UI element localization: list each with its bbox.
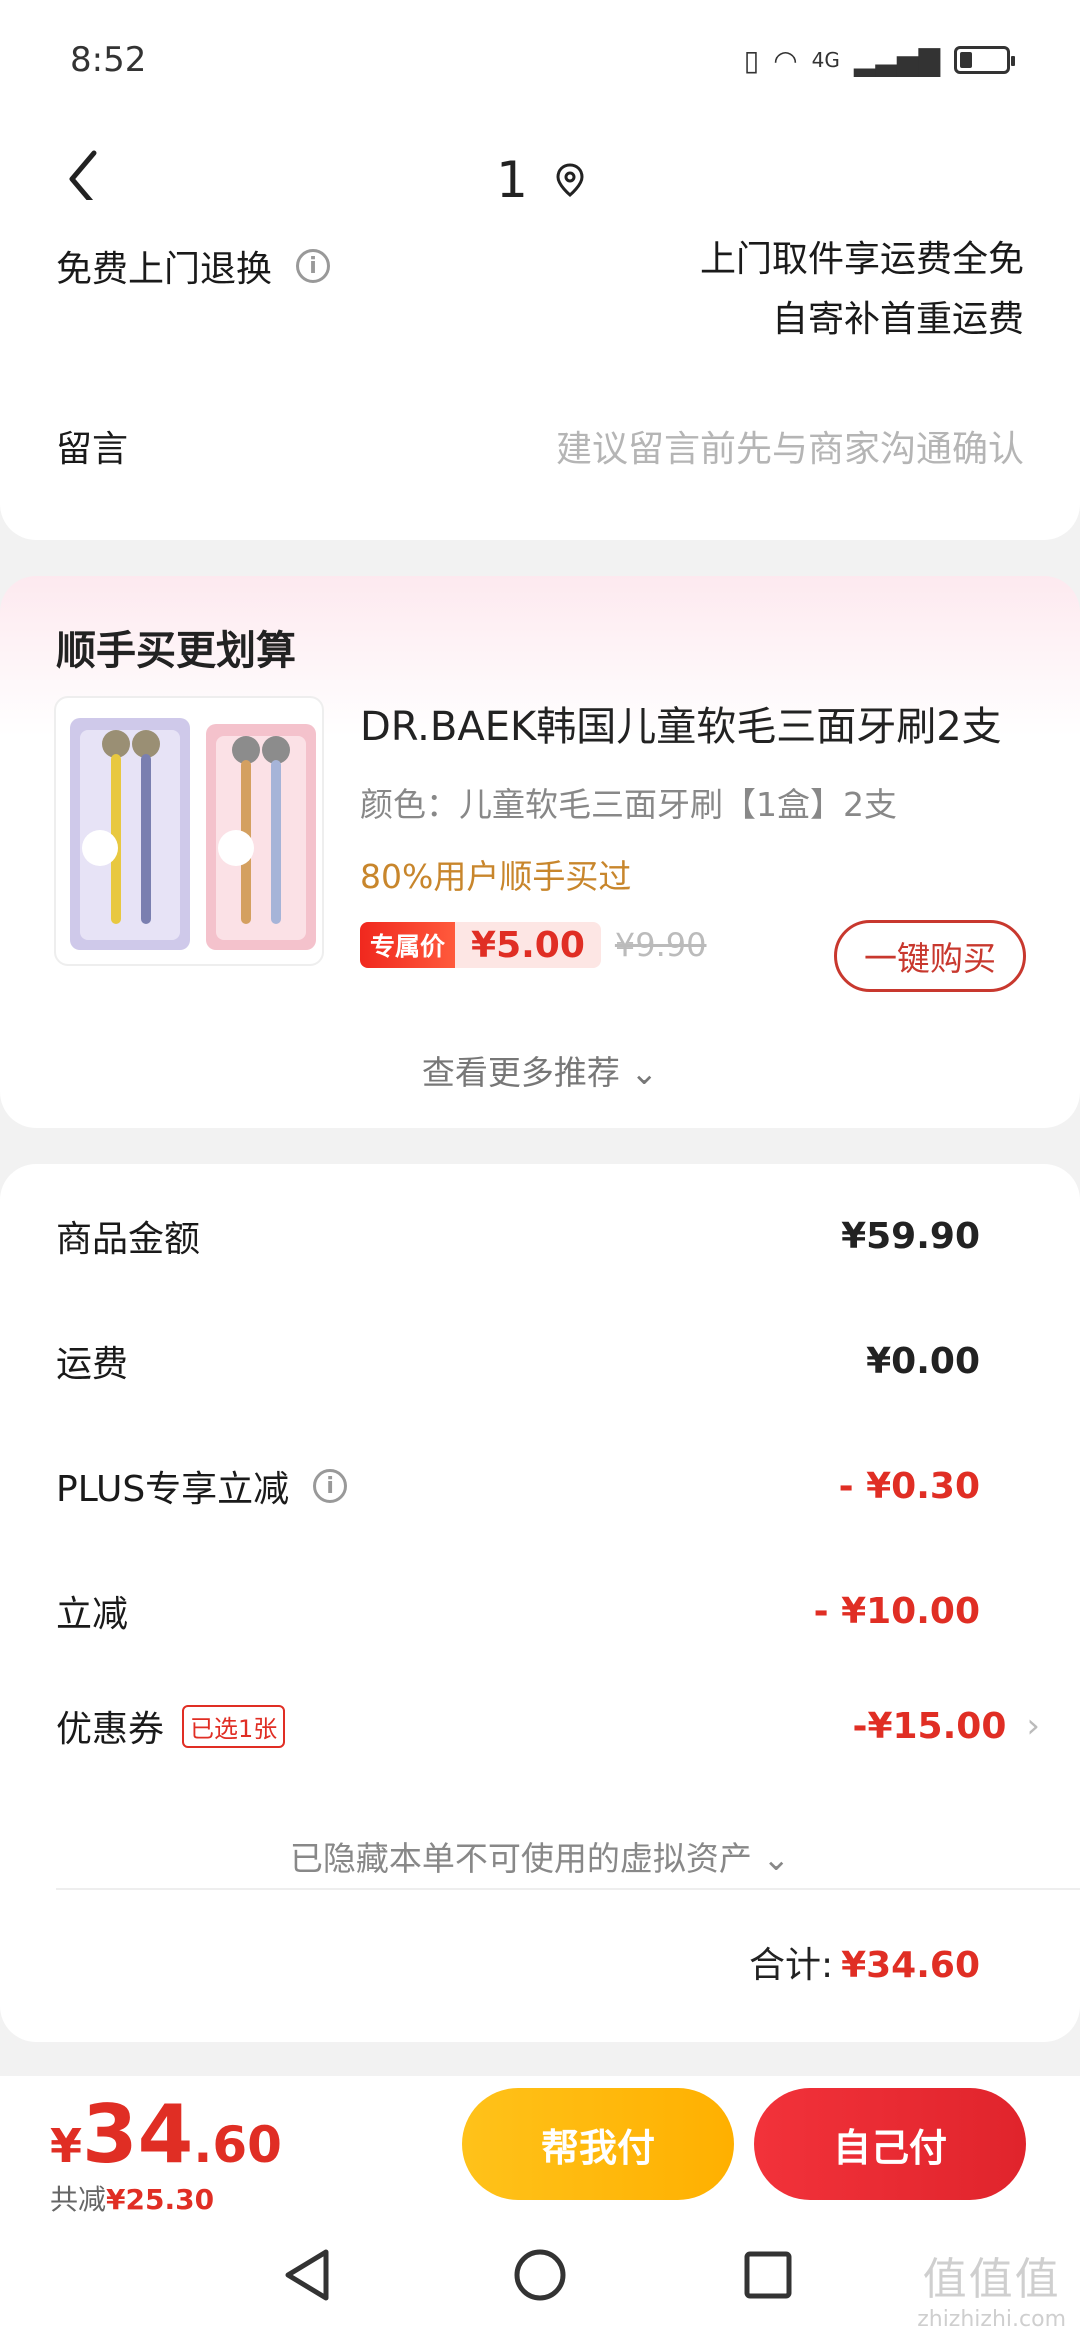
info-icon[interactable]: i <box>313 1469 348 1503</box>
message-row[interactable]: 留言 建议留言前先与商家沟通确认 <box>56 420 1024 472</box>
summary-value: - ¥0.30 <box>838 1465 980 1507</box>
summary-value: ¥0.00 <box>866 1340 980 1382</box>
summary-label: 优惠券 <box>56 1709 165 1750</box>
summary-value: ¥59.90 <box>841 1215 980 1257</box>
watermark-main: 值值值 <box>922 2254 1061 2305</box>
summary-value: - ¥10.00 <box>813 1590 980 1632</box>
summary-row-shipping: 运费 ¥0.00 <box>56 1335 980 1387</box>
watermark: 值值值 zhizhizhi.com <box>917 2243 1066 2332</box>
info-icon[interactable]: i <box>296 249 331 283</box>
chevron-right-icon: › <box>1026 1706 1040 1746</box>
recommend-title: 顺手买更划算 <box>56 628 296 674</box>
total-label: 合计: <box>748 1945 834 1986</box>
original-price: ¥9.90 <box>614 926 707 964</box>
summary-label: 运费 <box>56 1344 129 1385</box>
more-recommend-link[interactable]: 查看更多推荐 ⌄ <box>0 1046 1080 1094</box>
payment-bar: ¥ 34 .60 共减¥25.30 帮我付 自己付 <box>0 2076 1080 2216</box>
hidden-assets-toggle[interactable]: 已隐藏本单不可使用的虚拟资产 ⌄ <box>0 1832 1080 1880</box>
price-summary-card: 商品金额 ¥59.90 运费 ¥0.00 PLUS专享立减 i - ¥0.30 … <box>0 1164 1080 2042</box>
recommend-card: 顺手买更划算 DR.BAEK韩国儿童软毛三面牙刷2支 颜色：儿童软毛三面牙刷【1… <box>0 576 1080 1128</box>
one-click-buy-button[interactable]: 一键购买 <box>834 920 1026 992</box>
price-row: 专属价 ¥5.00 ¥9.90 <box>360 922 707 968</box>
hidden-assets-label: 已隐藏本单不可使用的虚拟资产 <box>289 1839 752 1878</box>
pay-decimal: .60 <box>193 2116 282 2174</box>
service-card: 免费上门退换 i 上门取件享运费全免 自寄补首重运费 留言 建议留言前先与商家沟… <box>0 200 1080 540</box>
free-return-label: 免费上门退换 <box>56 249 273 290</box>
product-name[interactable]: DR.BAEK韩国儿童软毛三面牙刷2支 <box>360 694 1002 752</box>
more-recommend-label: 查看更多推荐 <box>421 1053 620 1092</box>
location-pin-icon <box>556 163 584 197</box>
total-value: ¥34.60 <box>841 1945 980 1986</box>
summary-row-plus: PLUS专享立减 i - ¥0.30 <box>56 1460 980 1512</box>
coupon-count-badge: 已选1张 <box>182 1704 286 1748</box>
summary-row-goods: 商品金额 ¥59.90 <box>56 1210 980 1262</box>
free-return-desc-2: 自寄补首重运费 <box>771 299 1024 340</box>
free-return-desc-1: 上门取件享运费全免 <box>699 239 1024 280</box>
watermark-sub: zhizhizhi.com <box>917 2307 1066 2332</box>
summary-label: PLUS专享立减 <box>56 1469 290 1510</box>
chevron-down-icon: ⌄ <box>630 1053 659 1092</box>
pay-currency: ¥ <box>50 2119 83 2173</box>
signal-icon: ▂▃▅▇ <box>853 43 940 77</box>
wifi-icon: ◠ <box>773 43 798 77</box>
status-bar: 8:52 ▯ ◠ 4G ▂▃▅▇ <box>0 0 1080 120</box>
help-me-pay-button[interactable]: 帮我付 <box>462 2088 734 2200</box>
product-image[interactable] <box>54 696 324 966</box>
vibrate-icon: ▯ <box>743 43 760 77</box>
summary-row-coupon[interactable]: 优惠券 已选1张 -¥15.00 › <box>56 1700 1040 1752</box>
battery-icon <box>954 46 1015 74</box>
divider <box>56 1888 1080 1890</box>
triangle-back-icon <box>285 2249 329 2301</box>
product-spec: 颜色：儿童软毛三面牙刷【1盒】2支 <box>360 785 897 824</box>
message-input[interactable]: 建议留言前先与商家沟通确认 <box>556 420 1024 472</box>
total-row: 合计: ¥34.60 <box>749 1936 980 1988</box>
summary-row-discount: 立减 - ¥10.00 <box>56 1585 980 1637</box>
status-icons: ▯ ◠ 4G ▂▃▅▇ <box>743 43 1015 77</box>
nav-recents-button[interactable] <box>733 2240 803 2310</box>
message-label: 留言 <box>56 429 129 470</box>
nav-home-button[interactable] <box>505 2240 575 2310</box>
circle-home-icon <box>514 2249 566 2301</box>
summary-label: 立减 <box>56 1594 129 1635</box>
nav-back-button[interactable] <box>272 2240 342 2310</box>
exclusive-tag: 专属价 <box>360 922 456 968</box>
chevron-down-icon: ⌄ <box>762 1839 791 1878</box>
pay-integer: 34 <box>82 2088 194 2181</box>
status-time: 8:52 <box>70 40 147 80</box>
summary-label: 商品金额 <box>56 1219 201 1260</box>
pay-myself-button[interactable]: 自己付 <box>754 2088 1026 2200</box>
free-return-row: 免费上门退换 i 上门取件享运费全免 自寄补首重运费 <box>56 239 1024 350</box>
square-recents-icon <box>744 2251 792 2299</box>
network-label: 4G <box>811 48 840 72</box>
toothbrush-product-icon <box>70 718 316 950</box>
exclusive-price: ¥5.00 <box>455 922 601 968</box>
pay-amount: ¥ 34 .60 <box>50 2088 282 2181</box>
summary-value: -¥15.00 <box>852 1705 1007 1747</box>
system-nav-bar: 值值值 zhizhizhi.com <box>0 2212 1080 2340</box>
product-hint: 80%用户顺手买过 <box>360 857 632 896</box>
